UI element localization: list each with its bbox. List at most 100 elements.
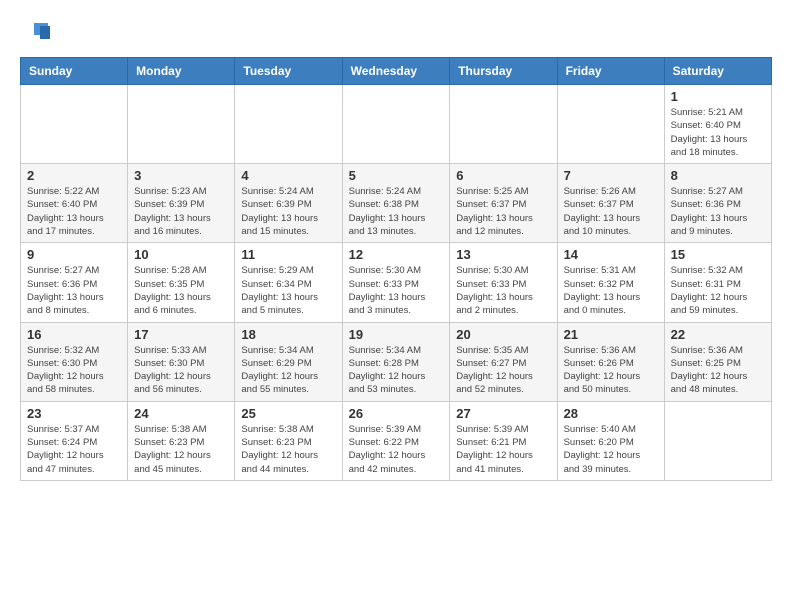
day-info: Sunrise: 5:34 AMSunset: 6:29 PMDaylight:… xyxy=(241,344,335,397)
day-number: 2 xyxy=(27,168,121,183)
calendar-cell: 7 Sunrise: 5:26 AMSunset: 6:37 PMDaylight… xyxy=(557,164,664,243)
day-number: 5 xyxy=(349,168,444,183)
calendar-table: SundayMondayTuesdayWednesdayThursdayFrid… xyxy=(20,57,772,481)
day-info: Sunrise: 5:38 AMSunset: 6:23 PMDaylight:… xyxy=(241,423,335,476)
day-info: Sunrise: 5:27 AMSunset: 6:36 PMDaylight:… xyxy=(27,264,121,317)
day-info: Sunrise: 5:34 AMSunset: 6:28 PMDaylight:… xyxy=(349,344,444,397)
logo-icon xyxy=(26,21,50,41)
day-number: 17 xyxy=(134,327,228,342)
day-info: Sunrise: 5:38 AMSunset: 6:23 PMDaylight:… xyxy=(134,423,228,476)
day-number: 22 xyxy=(671,327,765,342)
day-info: Sunrise: 5:32 AMSunset: 6:31 PMDaylight:… xyxy=(671,264,765,317)
weekday-header-saturday: Saturday xyxy=(664,58,771,85)
calendar-cell xyxy=(128,85,235,164)
calendar-week-4: 16 Sunrise: 5:32 AMSunset: 6:30 PMDayligh… xyxy=(21,322,772,401)
day-info: Sunrise: 5:39 AMSunset: 6:22 PMDaylight:… xyxy=(349,423,444,476)
weekday-header-friday: Friday xyxy=(557,58,664,85)
day-info: Sunrise: 5:31 AMSunset: 6:32 PMDaylight:… xyxy=(564,264,658,317)
day-number: 26 xyxy=(349,406,444,421)
calendar-cell: 14 Sunrise: 5:31 AMSunset: 6:32 PMDayligh… xyxy=(557,243,664,322)
day-info: Sunrise: 5:37 AMSunset: 6:24 PMDaylight:… xyxy=(27,423,121,476)
calendar-cell: 16 Sunrise: 5:32 AMSunset: 6:30 PMDayligh… xyxy=(21,322,128,401)
calendar-cell: 1 Sunrise: 5:21 AMSunset: 6:40 PMDaylight… xyxy=(664,85,771,164)
calendar-cell xyxy=(342,85,450,164)
calendar-cell: 20 Sunrise: 5:35 AMSunset: 6:27 PMDayligh… xyxy=(450,322,557,401)
calendar-cell: 6 Sunrise: 5:25 AMSunset: 6:37 PMDaylight… xyxy=(450,164,557,243)
calendar-week-1: 1 Sunrise: 5:21 AMSunset: 6:40 PMDaylight… xyxy=(21,85,772,164)
day-info: Sunrise: 5:33 AMSunset: 6:30 PMDaylight:… xyxy=(134,344,228,397)
calendar-cell xyxy=(557,85,664,164)
day-info: Sunrise: 5:24 AMSunset: 6:39 PMDaylight:… xyxy=(241,185,335,238)
day-info: Sunrise: 5:40 AMSunset: 6:20 PMDaylight:… xyxy=(564,423,658,476)
day-number: 27 xyxy=(456,406,550,421)
calendar-cell: 5 Sunrise: 5:24 AMSunset: 6:38 PMDaylight… xyxy=(342,164,450,243)
calendar-week-5: 23 Sunrise: 5:37 AMSunset: 6:24 PMDayligh… xyxy=(21,401,772,480)
day-info: Sunrise: 5:23 AMSunset: 6:39 PMDaylight:… xyxy=(134,185,228,238)
calendar-cell: 22 Sunrise: 5:36 AMSunset: 6:25 PMDayligh… xyxy=(664,322,771,401)
calendar-cell xyxy=(235,85,342,164)
day-number: 15 xyxy=(671,247,765,262)
weekday-header-wednesday: Wednesday xyxy=(342,58,450,85)
calendar-cell: 9 Sunrise: 5:27 AMSunset: 6:36 PMDaylight… xyxy=(21,243,128,322)
calendar-cell: 12 Sunrise: 5:30 AMSunset: 6:33 PMDayligh… xyxy=(342,243,450,322)
calendar-cell: 15 Sunrise: 5:32 AMSunset: 6:31 PMDayligh… xyxy=(664,243,771,322)
day-info: Sunrise: 5:22 AMSunset: 6:40 PMDaylight:… xyxy=(27,185,121,238)
calendar-week-2: 2 Sunrise: 5:22 AMSunset: 6:40 PMDaylight… xyxy=(21,164,772,243)
calendar-cell: 3Sunrise: 5:23 AMSunset: 6:39 PMDaylight… xyxy=(128,164,235,243)
day-number: 20 xyxy=(456,327,550,342)
calendar-cell: 26 Sunrise: 5:39 AMSunset: 6:22 PMDayligh… xyxy=(342,401,450,480)
logo xyxy=(20,20,50,41)
calendar-cell: 28 Sunrise: 5:40 AMSunset: 6:20 PMDayligh… xyxy=(557,401,664,480)
calendar-cell xyxy=(664,401,771,480)
calendar-cell: 19 Sunrise: 5:34 AMSunset: 6:28 PMDayligh… xyxy=(342,322,450,401)
calendar-cell: 8Sunrise: 5:27 AMSunset: 6:36 PMDaylight… xyxy=(664,164,771,243)
day-info: Sunrise: 5:24 AMSunset: 6:38 PMDaylight:… xyxy=(349,185,444,238)
day-info: Sunrise: 5:36 AMSunset: 6:26 PMDaylight:… xyxy=(564,344,658,397)
day-number: 11 xyxy=(241,247,335,262)
day-number: 13 xyxy=(456,247,550,262)
day-number: 12 xyxy=(349,247,444,262)
day-info: Sunrise: 5:27 AMSunset: 6:36 PMDaylight:… xyxy=(671,185,765,238)
day-number: 24 xyxy=(134,406,228,421)
day-number: 10 xyxy=(134,247,228,262)
day-number: 18 xyxy=(241,327,335,342)
day-number: 28 xyxy=(564,406,658,421)
calendar-cell: 18 Sunrise: 5:34 AMSunset: 6:29 PMDayligh… xyxy=(235,322,342,401)
calendar-cell: 21 Sunrise: 5:36 AMSunset: 6:26 PMDayligh… xyxy=(557,322,664,401)
day-info: Sunrise: 5:32 AMSunset: 6:30 PMDaylight:… xyxy=(27,344,121,397)
calendar-cell: 17 Sunrise: 5:33 AMSunset: 6:30 PMDayligh… xyxy=(128,322,235,401)
day-info: Sunrise: 5:35 AMSunset: 6:27 PMDaylight:… xyxy=(456,344,550,397)
page-header xyxy=(20,20,772,41)
day-number: 19 xyxy=(349,327,444,342)
day-info: Sunrise: 5:36 AMSunset: 6:25 PMDaylight:… xyxy=(671,344,765,397)
weekday-header-tuesday: Tuesday xyxy=(235,58,342,85)
day-number: 9 xyxy=(27,247,121,262)
day-number: 16 xyxy=(27,327,121,342)
day-number: 6 xyxy=(456,168,550,183)
calendar-cell xyxy=(450,85,557,164)
weekday-header-sunday: Sunday xyxy=(21,58,128,85)
day-number: 7 xyxy=(564,168,658,183)
day-info: Sunrise: 5:28 AMSunset: 6:35 PMDaylight:… xyxy=(134,264,228,317)
day-info: Sunrise: 5:21 AMSunset: 6:40 PMDaylight:… xyxy=(671,106,765,159)
day-info: Sunrise: 5:39 AMSunset: 6:21 PMDaylight:… xyxy=(456,423,550,476)
calendar-cell: 10 Sunrise: 5:28 AMSunset: 6:35 PMDayligh… xyxy=(128,243,235,322)
day-number: 23 xyxy=(27,406,121,421)
day-info: Sunrise: 5:30 AMSunset: 6:33 PMDaylight:… xyxy=(456,264,550,317)
day-info: Sunrise: 5:25 AMSunset: 6:37 PMDaylight:… xyxy=(456,185,550,238)
calendar-cell: 24 Sunrise: 5:38 AMSunset: 6:23 PMDayligh… xyxy=(128,401,235,480)
calendar-cell: 4 Sunrise: 5:24 AMSunset: 6:39 PMDaylight… xyxy=(235,164,342,243)
calendar-cell: 13 Sunrise: 5:30 AMSunset: 6:33 PMDayligh… xyxy=(450,243,557,322)
calendar-cell: 11Sunrise: 5:29 AMSunset: 6:34 PMDayligh… xyxy=(235,243,342,322)
day-number: 1 xyxy=(671,89,765,104)
calendar-header-row: SundayMondayTuesdayWednesdayThursdayFrid… xyxy=(21,58,772,85)
calendar-cell: 2 Sunrise: 5:22 AMSunset: 6:40 PMDaylight… xyxy=(21,164,128,243)
day-info: Sunrise: 5:30 AMSunset: 6:33 PMDaylight:… xyxy=(349,264,444,317)
calendar-cell xyxy=(21,85,128,164)
day-number: 4 xyxy=(241,168,335,183)
weekday-header-thursday: Thursday xyxy=(450,58,557,85)
day-number: 14 xyxy=(564,247,658,262)
day-number: 21 xyxy=(564,327,658,342)
calendar-cell: 23 Sunrise: 5:37 AMSunset: 6:24 PMDayligh… xyxy=(21,401,128,480)
day-info: Sunrise: 5:26 AMSunset: 6:37 PMDaylight:… xyxy=(564,185,658,238)
